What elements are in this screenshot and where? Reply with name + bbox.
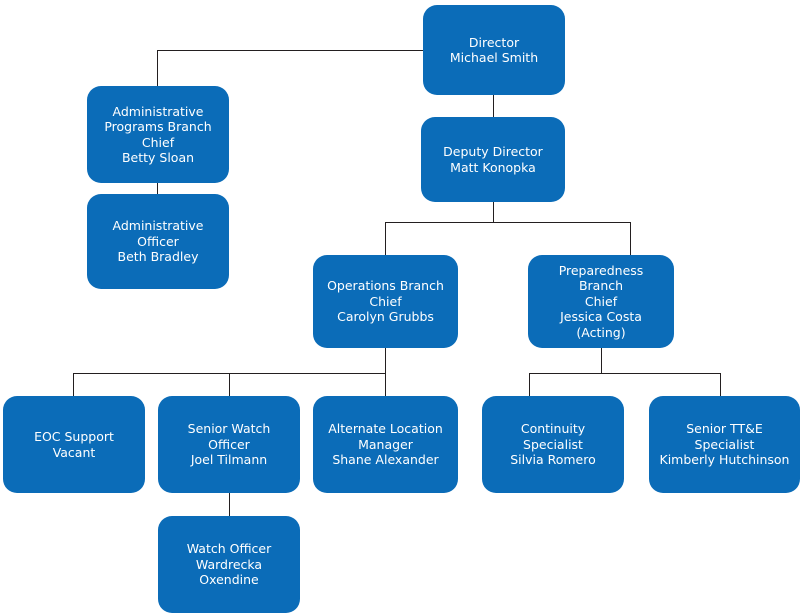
org-node-label-operations-branch-chief: Operations Branch Chief Carolyn Grubbs [327, 278, 444, 325]
org-node-label-senior-tte-specialist: Senior TT&E Specialist Kimberly Hutchins… [659, 421, 790, 468]
org-node-continuity-specialist[interactable]: Continuity Specialist Silvia Romero [482, 396, 624, 493]
connector-admin-to-officer-vertical [157, 183, 158, 194]
org-node-operations-branch-chief[interactable]: Operations Branch Chief Carolyn Grubbs [313, 255, 458, 348]
connector-operations-to-eoc-vertical [73, 373, 74, 396]
org-node-label-eoc-support: EOC Support Vacant [34, 429, 114, 460]
org-node-label-senior-watch-officer: Senior Watch Officer Joel Tilmann [187, 421, 271, 468]
org-node-senior-tte-specialist[interactable]: Senior TT&E Specialist Kimberly Hutchins… [649, 396, 800, 493]
org-node-eoc-support[interactable]: EOC Support Vacant [3, 396, 145, 493]
connector-deputy-to-preparedness-vertical [630, 222, 631, 255]
connector-director-to-admin-horizontal [157, 50, 423, 51]
org-node-label-continuity-specialist: Continuity Specialist Silvia Romero [510, 421, 596, 468]
org-node-administrative-officer[interactable]: Administrative Officer Beth Bradley [87, 194, 229, 289]
connector-director-to-deputy-vertical [493, 95, 494, 117]
connector-deputy-split-horizontal [385, 222, 630, 223]
connector-preparedness-to-tte-vertical [720, 373, 721, 396]
org-node-label-director: Director Michael Smith [449, 34, 539, 66]
org-node-senior-watch-officer[interactable]: Senior Watch Officer Joel Tilmann [158, 396, 300, 493]
connector-operations-to-alternate-vertical [385, 373, 386, 396]
org-node-label-alternate-location-manager: Alternate Location Manager Shane Alexand… [328, 421, 443, 468]
org-node-preparedness-branch-chief[interactable]: Preparedness Branch Chief Jessica Costa … [528, 255, 674, 348]
connector-senior-watch-to-watch-vertical [229, 493, 230, 516]
org-node-admin-programs-branch-chief[interactable]: Administrative Programs Branch Chief Bet… [87, 86, 229, 183]
connector-preparedness-drop-vertical [601, 348, 602, 373]
connector-operations-to-senior-watch-vertical [229, 373, 230, 396]
org-node-label-watch-officer: Watch Officer Wardrecka Oxendine [186, 541, 272, 588]
connector-preparedness-to-continuity-vertical [529, 373, 530, 396]
org-node-director[interactable]: Director Michael Smith [423, 5, 565, 95]
org-node-label-admin-programs-branch-chief: Administrative Programs Branch Chief Bet… [104, 103, 212, 166]
connector-director-to-admin-vertical [157, 50, 158, 86]
org-node-deputy-director[interactable]: Deputy Director Matt Konopka [421, 117, 565, 202]
connector-preparedness-split-horizontal [529, 373, 720, 374]
org-node-label-preparedness-branch-chief: Preparedness Branch Chief Jessica Costa … [558, 262, 644, 340]
org-node-label-deputy-director: Deputy Director Matt Konopka [443, 144, 543, 175]
connector-operations-drop-vertical [385, 348, 386, 373]
org-node-watch-officer[interactable]: Watch Officer Wardrecka Oxendine [158, 516, 300, 613]
connector-deputy-drop-vertical [493, 202, 494, 222]
connector-deputy-to-operations-vertical [385, 222, 386, 255]
org-chart-canvas: Director Michael Smith Administrative Pro… [0, 0, 812, 615]
org-node-label-administrative-officer: Administrative Officer Beth Bradley [112, 218, 204, 265]
org-node-alternate-location-manager[interactable]: Alternate Location Manager Shane Alexand… [313, 396, 458, 493]
